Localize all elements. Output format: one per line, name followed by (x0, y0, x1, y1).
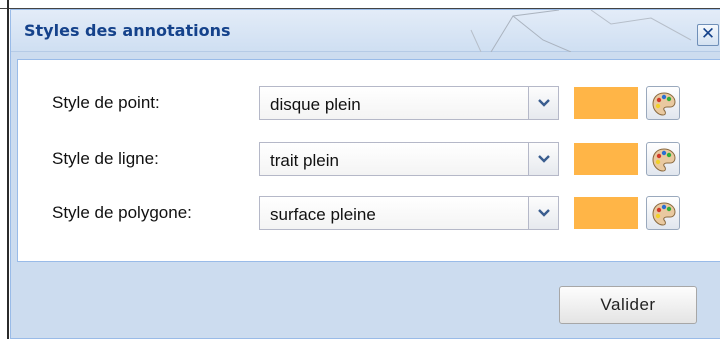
dialog-title: Styles des annotations (24, 21, 231, 40)
polygon-style-value: surface pleine (270, 205, 376, 224)
chevron-down-icon (538, 99, 550, 107)
polygon-color-swatch[interactable] (574, 197, 638, 229)
dialog-footer: Valider (11, 262, 720, 338)
line-style-row: Style de ligne: trait plein (18, 142, 720, 176)
window-edge-left (7, 0, 9, 339)
point-style-select[interactable]: disque plein (259, 86, 559, 120)
dialog-header[interactable]: Styles des annotations ✕ (11, 10, 720, 52)
chevron-down-icon (538, 155, 550, 163)
line-style-select[interactable]: trait plein (259, 142, 559, 176)
point-color-picker-button[interactable] (646, 86, 680, 120)
line-color-swatch[interactable] (574, 143, 638, 175)
polygon-style-row: Style de polygone: surface pleine (18, 196, 720, 230)
point-color-swatch[interactable] (574, 87, 638, 119)
close-button[interactable]: ✕ (697, 24, 719, 46)
close-icon: ✕ (700, 24, 716, 44)
point-style-label: Style de point: (52, 93, 160, 112)
point-style-value: disque plein (270, 95, 361, 114)
palette-icon (652, 92, 676, 116)
map-background-lines (470, 10, 692, 52)
palette-icon (652, 202, 676, 226)
line-style-dropdown-trigger[interactable] (528, 143, 558, 175)
polygon-style-dropdown-trigger[interactable] (528, 197, 558, 229)
line-color-picker-button[interactable] (646, 142, 680, 176)
line-style-label: Style de ligne: (52, 149, 159, 168)
polygon-style-select[interactable]: surface pleine (259, 196, 559, 230)
chevron-down-icon (538, 209, 550, 217)
polygon-color-picker-button[interactable] (646, 196, 680, 230)
palette-icon (652, 148, 676, 172)
annotation-styles-dialog: Styles des annotations ✕ Style de point:… (10, 9, 720, 339)
line-style-value: trait plein (270, 151, 339, 170)
point-style-dropdown-trigger[interactable] (528, 87, 558, 119)
screen: Styles des annotations ✕ Style de point:… (0, 0, 720, 339)
point-style-row: Style de point: disque plein (18, 86, 720, 120)
validate-button[interactable]: Valider (559, 286, 697, 324)
form-panel: Style de point: disque plein Style de li… (17, 59, 720, 262)
polygon-style-label: Style de polygone: (52, 203, 192, 222)
